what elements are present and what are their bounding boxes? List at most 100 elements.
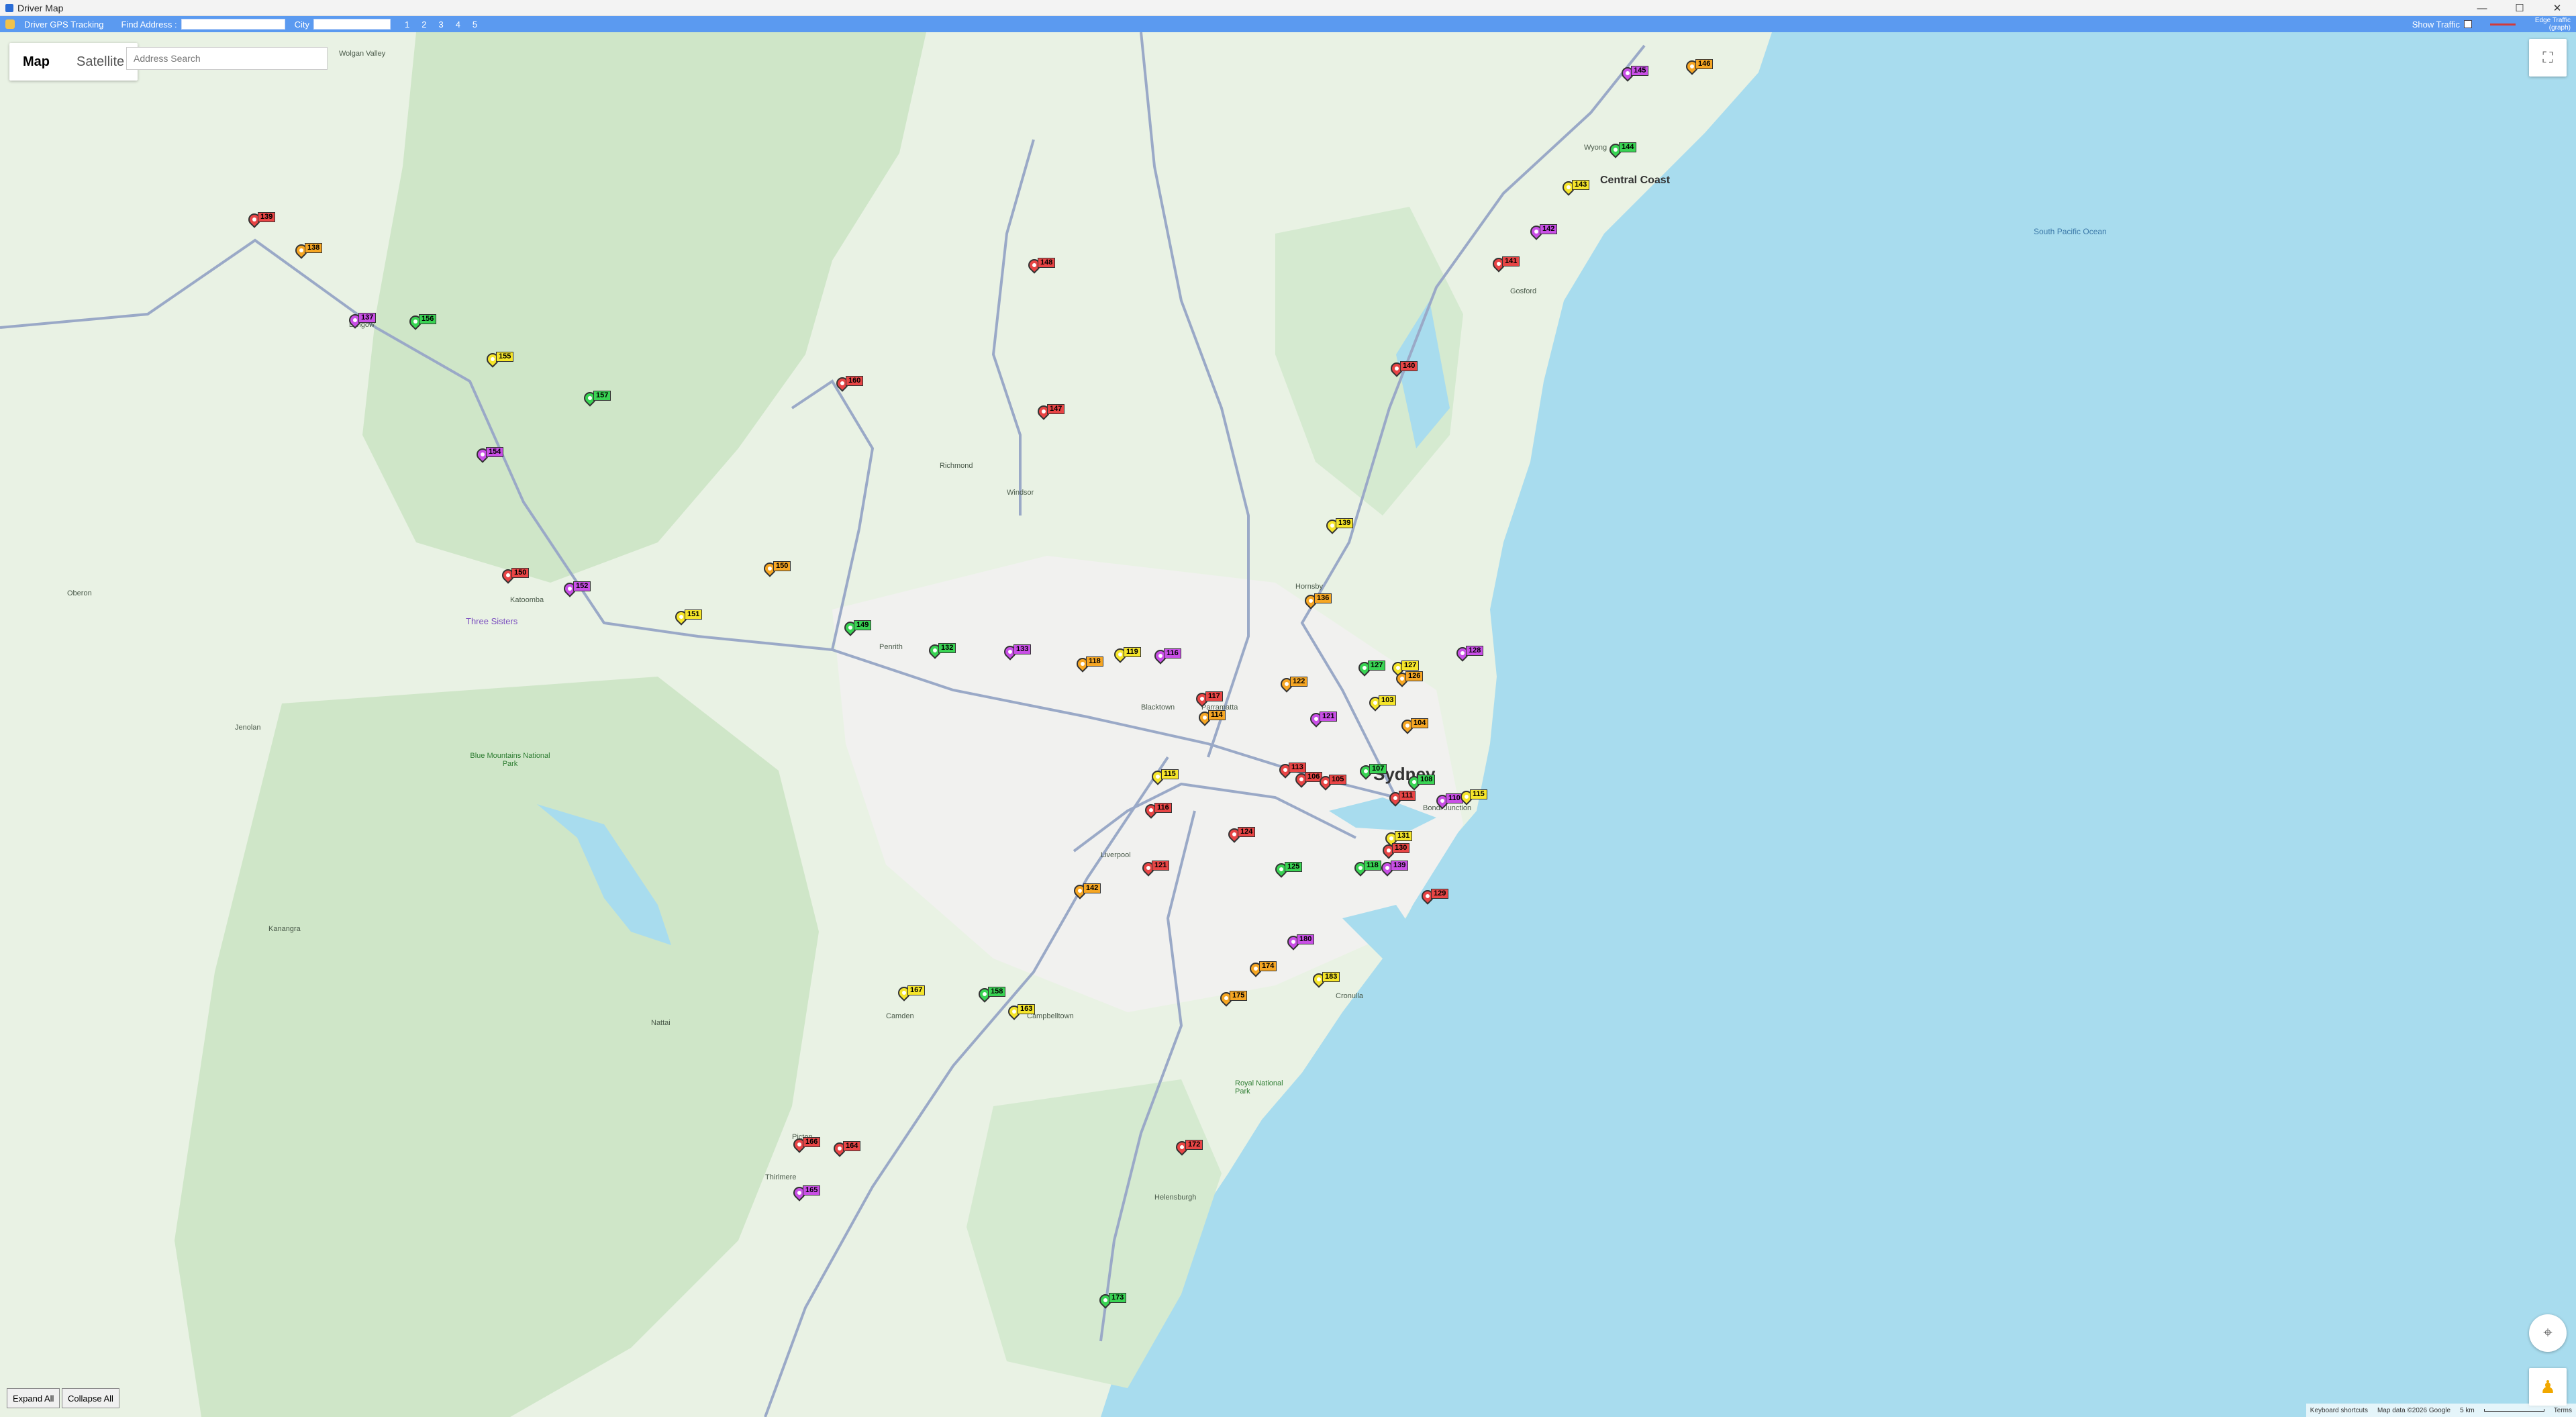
keyboard-shortcuts-link[interactable]: Keyboard shortcuts bbox=[2310, 1407, 2368, 1414]
city-input[interactable] bbox=[313, 19, 391, 30]
driver-marker[interactable]: 148 bbox=[1026, 256, 1060, 277]
marker-label: 139 bbox=[258, 212, 276, 222]
minimize-button[interactable]: — bbox=[2463, 0, 2501, 16]
driver-marker[interactable]: 129 bbox=[1419, 887, 1454, 908]
marker-label: 104 bbox=[1411, 718, 1429, 728]
driver-marker[interactable]: 151 bbox=[673, 608, 707, 628]
driver-marker[interactable]: 144 bbox=[1607, 141, 1642, 161]
page-link-5[interactable]: 5 bbox=[473, 19, 477, 30]
driver-marker[interactable]: 145 bbox=[1619, 64, 1654, 85]
pegman-icon[interactable]: ♟ bbox=[2529, 1368, 2567, 1406]
driver-marker[interactable]: 150 bbox=[499, 567, 534, 587]
toolbar-title: Driver GPS Tracking bbox=[24, 19, 104, 30]
driver-marker[interactable]: 125 bbox=[1273, 861, 1307, 881]
marker-label: 149 bbox=[854, 620, 872, 630]
marker-label: 115 bbox=[1470, 789, 1487, 799]
page-link-3[interactable]: 3 bbox=[438, 19, 443, 30]
driver-marker[interactable]: 155 bbox=[484, 350, 519, 371]
driver-marker[interactable]: 141 bbox=[1490, 255, 1525, 275]
driver-marker[interactable]: 117 bbox=[1193, 690, 1228, 710]
driver-marker[interactable]: 114 bbox=[1196, 709, 1231, 729]
driver-marker[interactable]: 116 bbox=[1152, 647, 1187, 667]
marker-label: 122 bbox=[1290, 677, 1308, 687]
driver-marker[interactable]: 157 bbox=[581, 389, 616, 409]
address-search-input[interactable] bbox=[126, 47, 328, 70]
driver-marker[interactable]: 137 bbox=[346, 311, 381, 332]
place-three-sisters[interactable]: Three Sisters bbox=[466, 616, 517, 626]
terms-link[interactable]: Terms bbox=[2554, 1407, 2572, 1414]
driver-marker[interactable]: 152 bbox=[561, 580, 596, 600]
marker-label: 131 bbox=[1395, 831, 1413, 841]
driver-marker[interactable]: 118 bbox=[1352, 859, 1387, 879]
driver-marker[interactable]: 147 bbox=[1035, 403, 1070, 423]
driver-marker[interactable]: 130 bbox=[1380, 842, 1415, 862]
driver-marker[interactable]: 167 bbox=[895, 984, 930, 1004]
driver-marker[interactable]: 146 bbox=[1683, 58, 1718, 78]
fullscreen-icon[interactable]: ⛶ bbox=[2529, 39, 2567, 77]
page-link-4[interactable]: 4 bbox=[456, 19, 460, 30]
driver-marker[interactable]: 122 bbox=[1278, 675, 1313, 695]
maximize-button[interactable]: ☐ bbox=[2501, 0, 2538, 16]
driver-marker[interactable]: 166 bbox=[791, 1136, 826, 1156]
place-nattai: Nattai bbox=[651, 1019, 671, 1027]
collapse-all-button[interactable]: Collapse All bbox=[62, 1388, 119, 1408]
driver-marker[interactable]: 128 bbox=[1454, 644, 1489, 665]
driver-marker[interactable]: 121 bbox=[1140, 859, 1175, 879]
driver-marker[interactable]: 142 bbox=[1528, 223, 1563, 243]
driver-marker[interactable]: 115 bbox=[1458, 788, 1493, 808]
driver-marker[interactable]: 119 bbox=[1111, 646, 1146, 666]
driver-marker[interactable]: 124 bbox=[1226, 826, 1260, 846]
expand-all-button[interactable]: Expand All bbox=[7, 1388, 60, 1408]
marker-label: 105 bbox=[1329, 775, 1347, 785]
tab-map[interactable]: Map bbox=[9, 43, 63, 81]
driver-marker[interactable]: 115 bbox=[1149, 768, 1184, 788]
driver-marker[interactable]: 138 bbox=[293, 242, 328, 262]
driver-marker[interactable]: 103 bbox=[1367, 694, 1401, 714]
driver-marker[interactable]: 149 bbox=[842, 619, 877, 639]
driver-marker[interactable]: 121 bbox=[1307, 710, 1342, 730]
find-address-input[interactable] bbox=[181, 19, 285, 30]
driver-marker[interactable]: 172 bbox=[1173, 1138, 1208, 1159]
page-link-1[interactable]: 1 bbox=[405, 19, 409, 30]
driver-marker[interactable]: 163 bbox=[1005, 1003, 1040, 1023]
driver-marker[interactable]: 180 bbox=[1285, 933, 1320, 953]
driver-marker[interactable]: 133 bbox=[1001, 643, 1036, 663]
traffic-legend-label: Edge Traffic (graph) bbox=[2534, 17, 2571, 32]
my-location-icon[interactable]: ⌖ bbox=[2529, 1314, 2567, 1352]
driver-marker[interactable]: 105 bbox=[1317, 773, 1352, 793]
driver-marker[interactable]: 116 bbox=[1142, 801, 1177, 822]
map-attribution: Keyboard shortcuts Map data ©2026 Google… bbox=[2306, 1404, 2576, 1417]
driver-marker[interactable]: 158 bbox=[976, 985, 1011, 1006]
driver-marker[interactable]: 107 bbox=[1357, 763, 1392, 783]
driver-marker[interactable]: 160 bbox=[834, 375, 869, 395]
driver-marker[interactable]: 142 bbox=[1071, 882, 1106, 902]
driver-marker[interactable]: 136 bbox=[1302, 592, 1337, 612]
driver-marker[interactable]: 150 bbox=[761, 560, 796, 580]
driver-marker[interactable]: 165 bbox=[791, 1184, 826, 1204]
driver-marker[interactable]: 173 bbox=[1097, 1291, 1132, 1312]
driver-marker[interactable]: 104 bbox=[1399, 717, 1434, 737]
page-link-2[interactable]: 2 bbox=[422, 19, 426, 30]
driver-marker[interactable]: 140 bbox=[1388, 360, 1423, 380]
driver-marker[interactable]: 132 bbox=[926, 642, 961, 662]
driver-marker[interactable]: 183 bbox=[1310, 971, 1345, 991]
driver-marker[interactable]: 164 bbox=[831, 1140, 866, 1160]
marker-label: 111 bbox=[1399, 791, 1416, 801]
driver-marker[interactable]: 139 bbox=[1324, 517, 1358, 537]
driver-marker[interactable]: 154 bbox=[474, 446, 509, 466]
driver-marker[interactable]: 143 bbox=[1560, 179, 1595, 199]
driver-marker[interactable]: 126 bbox=[1393, 670, 1428, 690]
driver-marker[interactable]: 111 bbox=[1387, 789, 1422, 810]
marker-label: 115 bbox=[1161, 769, 1179, 779]
driver-marker[interactable]: 156 bbox=[407, 313, 442, 333]
driver-marker[interactable]: 127 bbox=[1356, 659, 1391, 679]
driver-marker[interactable]: 174 bbox=[1247, 960, 1282, 980]
driver-marker[interactable]: 139 bbox=[246, 211, 281, 231]
close-button[interactable]: ✕ bbox=[2538, 0, 2576, 16]
driver-marker[interactable]: 175 bbox=[1218, 989, 1252, 1010]
driver-marker[interactable]: 118 bbox=[1074, 655, 1109, 675]
map-canvas[interactable]: Central Coast Sydney Three Sisters Blue … bbox=[0, 32, 2576, 1417]
show-traffic-checkbox[interactable] bbox=[2464, 20, 2472, 28]
marker-label: 167 bbox=[907, 985, 926, 995]
place-hornsby: Hornsby bbox=[1295, 583, 1323, 591]
